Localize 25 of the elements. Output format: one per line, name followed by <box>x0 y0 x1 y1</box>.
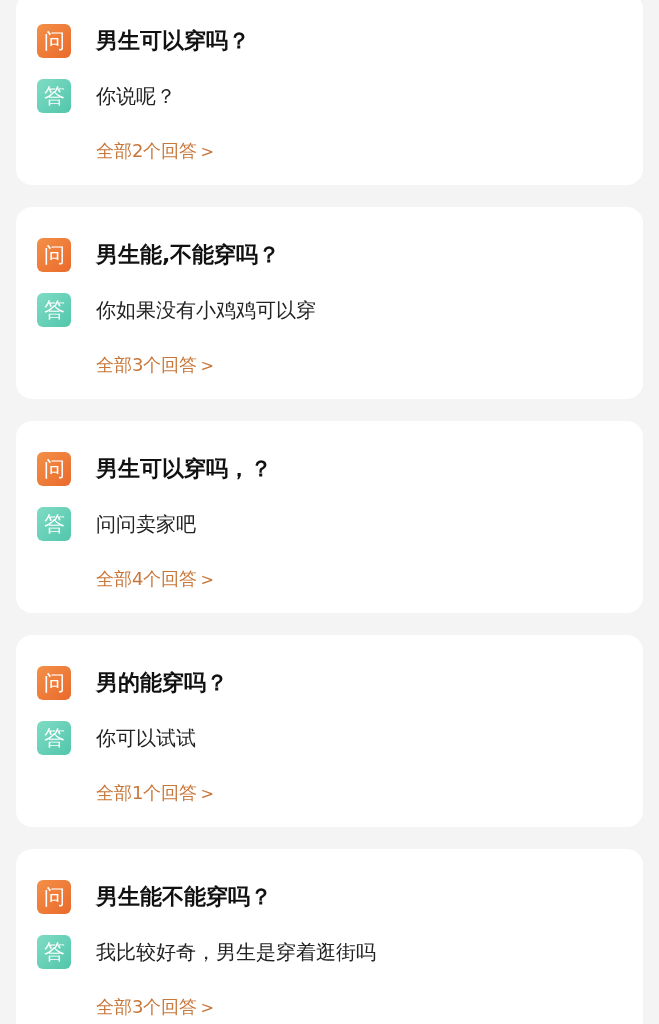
question-badge: 问 <box>37 452 71 486</box>
answer-text: 你可以试试 <box>96 724 196 752</box>
question-text: 男生可以穿吗，？ <box>96 455 272 483</box>
answer-text: 我比较好奇，男生是穿着逛街吗 <box>96 938 376 966</box>
answer-text: 问问卖家吧 <box>96 510 196 538</box>
answer-badge: 答 <box>37 935 71 969</box>
answer-badge: 答 <box>37 721 71 755</box>
question-badge: 问 <box>37 238 71 272</box>
answer-badge: 答 <box>37 293 71 327</box>
all-answers-link[interactable]: 全部2个回答 > <box>96 139 214 163</box>
question-badge: 问 <box>37 666 71 700</box>
answer-text: 你说呢？ <box>96 82 176 110</box>
question-badge: 问 <box>37 24 71 58</box>
question-text: 男生能,不能穿吗？ <box>96 241 281 269</box>
answer-text: 你如果没有小鸡鸡可以穿 <box>96 296 316 324</box>
answer-badge: 答 <box>37 507 71 541</box>
all-answers-link[interactable]: 全部4个回答 > <box>96 567 214 591</box>
all-answers-link[interactable]: 全部1个回答 > <box>96 781 214 805</box>
answer-badge: 答 <box>37 79 71 113</box>
question-text: 男生能不能穿吗？ <box>96 883 272 911</box>
question-text: 男生可以穿吗？ <box>96 27 250 55</box>
question-badge: 问 <box>37 880 71 914</box>
all-answers-link[interactable]: 全部3个回答 > <box>96 353 214 377</box>
question-text: 男的能穿吗？ <box>96 669 228 697</box>
all-answers-link[interactable]: 全部3个回答 > <box>96 995 214 1019</box>
